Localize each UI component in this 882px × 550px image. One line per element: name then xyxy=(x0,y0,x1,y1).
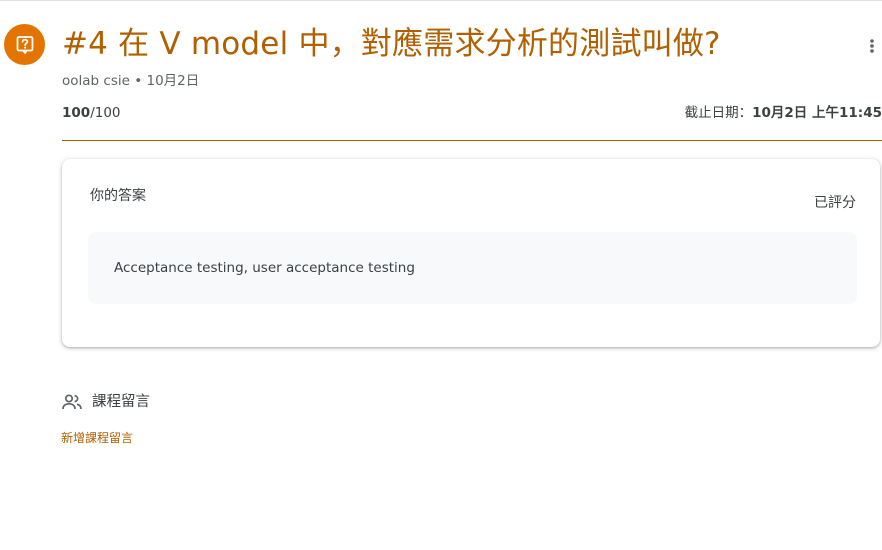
score: 100/100 xyxy=(62,103,121,123)
more-options-button[interactable] xyxy=(862,34,882,58)
due-label: 截止日期： xyxy=(684,105,753,121)
due-time-value: 11:45 xyxy=(839,105,882,121)
class-comments-header: 課程留言 xyxy=(62,392,150,412)
your-answer-card: 你的答案 已評分 Acceptance testing, user accept… xyxy=(62,159,880,347)
author-name: oolab csie xyxy=(62,73,130,89)
top-divider xyxy=(0,0,882,1)
assignment-page: #4 在 V model 中，對應需求分析的測試叫做? oolab csie •… xyxy=(0,0,882,550)
class-comments-label: 課程留言 xyxy=(92,394,150,410)
more-vert-icon xyxy=(870,39,874,53)
header-divider xyxy=(62,140,882,141)
score-earned: 100 xyxy=(62,105,91,121)
due-date: 截止日期：10月2日 上午11:45 xyxy=(685,103,882,123)
assignment-title: #4 在 V model 中，對應需求分析的測試叫做? xyxy=(62,26,721,62)
question-answer-icon xyxy=(4,24,45,65)
add-class-comment-link[interactable]: 新增課程留言 xyxy=(61,429,133,447)
answer-box: Acceptance testing, user acceptance test… xyxy=(88,232,857,304)
score-total: /100 xyxy=(90,105,121,121)
assignment-meta: oolab csie • 10月2日 xyxy=(62,71,199,91)
people-icon xyxy=(62,394,82,410)
grading-status: 已評分 xyxy=(814,195,856,211)
answer-text: Acceptance testing, user acceptance test… xyxy=(114,260,415,276)
card-title: 你的答案 xyxy=(90,188,146,204)
meta-separator: • xyxy=(134,73,143,89)
posted-date: 10月2日 xyxy=(146,73,200,89)
due-date-value: 10月2日 上午 xyxy=(752,105,840,121)
